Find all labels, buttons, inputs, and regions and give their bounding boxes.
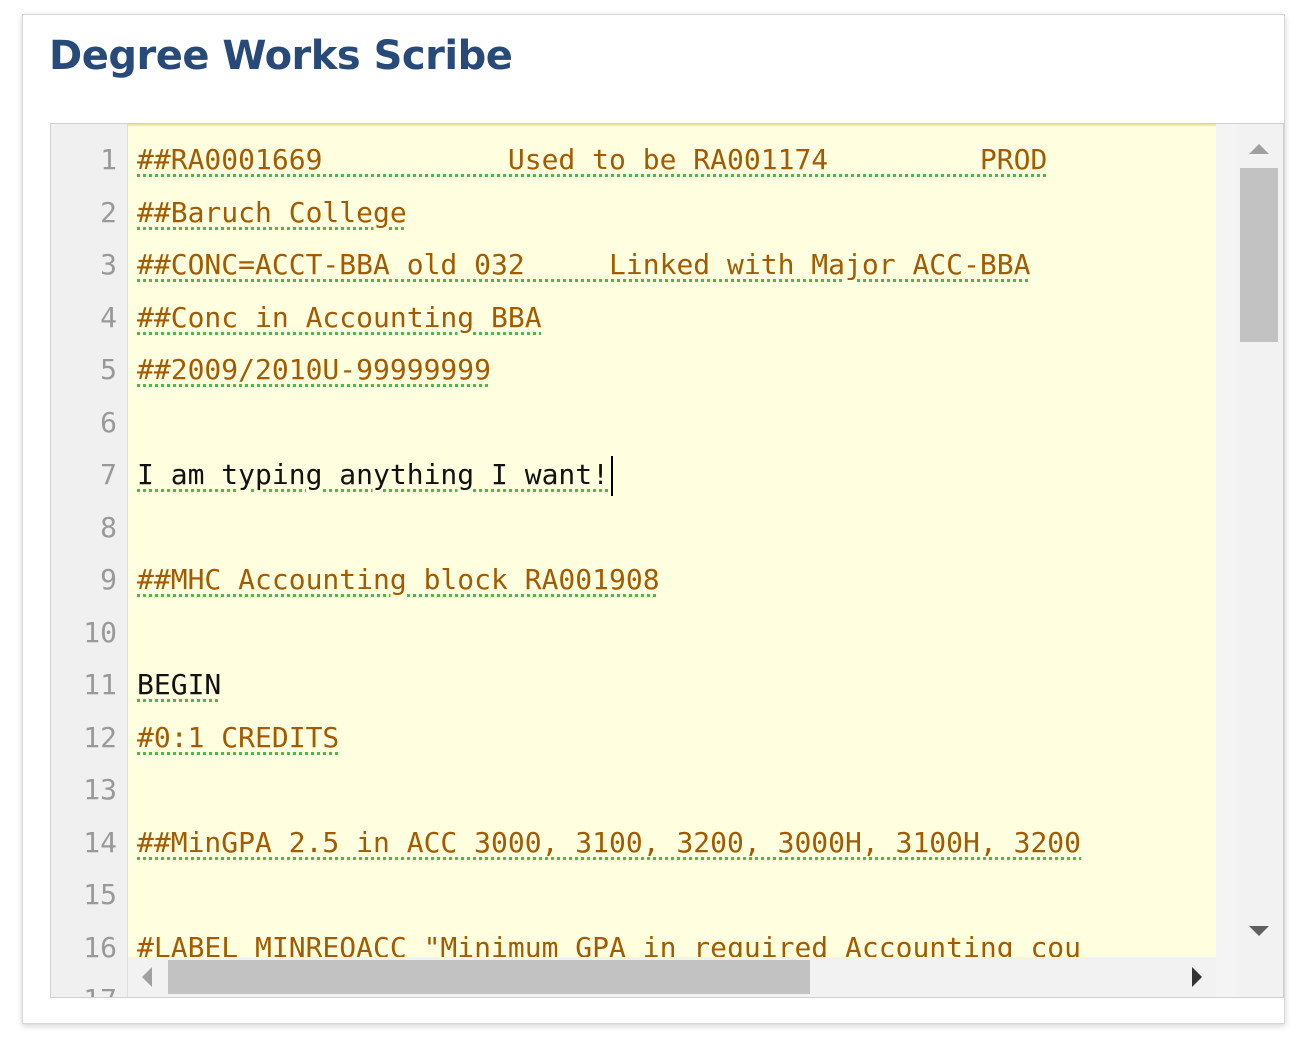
- line-number: 6: [100, 405, 117, 439]
- code-line[interactable]: ##Baruch College: [137, 187, 407, 240]
- line-number: 14: [83, 825, 117, 859]
- scroll-up-arrow-icon[interactable]: [1249, 144, 1269, 154]
- line-number: 8: [100, 510, 117, 544]
- line-number: 4: [100, 300, 117, 334]
- line-number: 17: [57, 974, 117, 997]
- code-editor[interactable]: 1 2 3 4 5 6 7 8 9 10 11 12 13 14 15 16 1…: [50, 123, 1284, 998]
- line-number: 5: [100, 353, 117, 386]
- code-line[interactable]: ##2009/2010U-99999999: [137, 344, 491, 397]
- vertical-scroll-thumb[interactable]: [1240, 168, 1278, 342]
- horizontal-scrollbar[interactable]: [128, 957, 1216, 997]
- line-number: 3: [100, 248, 117, 281]
- line-number: 7: [100, 458, 117, 491]
- line-number: 9: [100, 563, 117, 596]
- scroll-right-arrow-icon[interactable]: [1192, 967, 1202, 987]
- code-line[interactable]: #LABEL MINREQACC "Minimum GPA in require…: [137, 922, 1081, 959]
- code-line-active[interactable]: I am typing anything I want!: [137, 449, 614, 502]
- code-line[interactable]: ##RA0001669 Used to be RA001174 PROD: [137, 134, 1047, 187]
- code-line[interactable]: ##MinGPA 2.5 in ACC 3000, 3100, 3200, 30…: [137, 817, 1081, 870]
- scroll-down-arrow-icon[interactable]: [1249, 926, 1269, 936]
- line-number: 1: [100, 143, 117, 176]
- code-line[interactable]: ##Conc in Accounting BBA: [137, 292, 542, 345]
- code-line[interactable]: ##MHC Accounting block RA001908: [137, 554, 660, 607]
- scribe-panel: Degree Works Scribe 1 2 3 4 5 6 7 8 9 10…: [22, 14, 1285, 1024]
- line-number-gutter: 1 2 3 4 5 6 7 8 9 10 11 12 13 14 15 16 1…: [51, 124, 128, 997]
- line-number: 2: [100, 195, 117, 229]
- line-number: 15: [83, 878, 117, 911]
- text-cursor: [611, 456, 614, 496]
- code-text-area[interactable]: ##RA0001669 Used to be RA001174 PROD ##B…: [128, 124, 1216, 958]
- scrollbar-corner: [1237, 957, 1283, 997]
- code-line[interactable]: ##CONC=ACCT-BBA old 032 Linked with Majo…: [137, 239, 1030, 292]
- line-number: 13: [83, 773, 117, 806]
- page-title: Degree Works Scribe: [49, 33, 513, 79]
- code-line[interactable]: #0:1 CREDITS: [137, 712, 339, 765]
- horizontal-scroll-thumb[interactable]: [168, 960, 810, 994]
- scroll-left-arrow-icon[interactable]: [142, 967, 152, 987]
- line-number: 16: [83, 930, 117, 964]
- line-number: 10: [83, 615, 117, 649]
- line-number: 12: [83, 720, 117, 754]
- code-line[interactable]: BEGIN: [137, 659, 221, 712]
- vertical-scrollbar[interactable]: [1237, 124, 1283, 958]
- line-number: 11: [83, 668, 117, 701]
